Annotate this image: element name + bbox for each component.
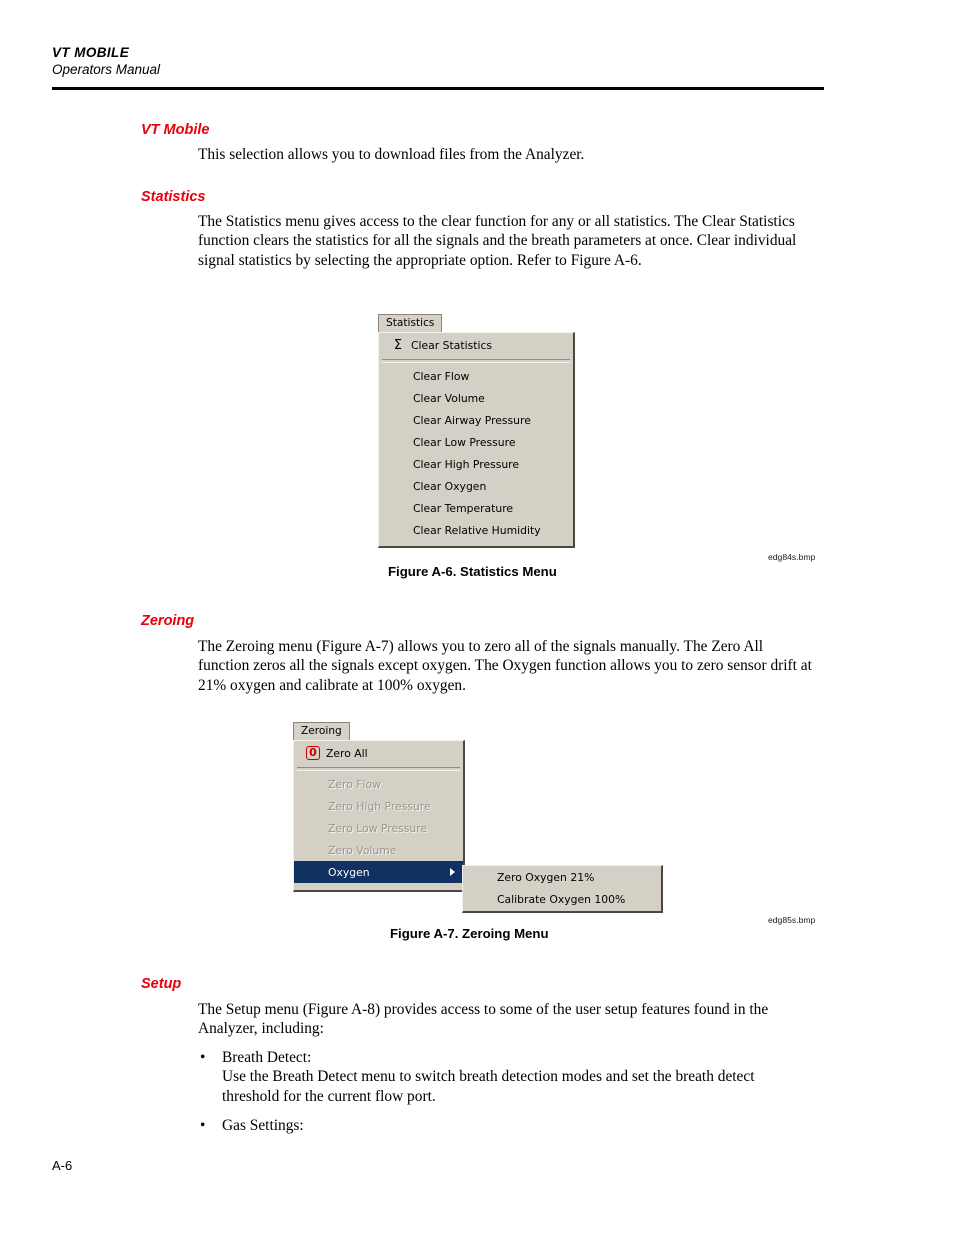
bullet-marker: • [200, 1117, 206, 1134]
menu-item-label: Clear Airway Pressure [413, 413, 531, 427]
menu-item-label: Clear Flow [413, 369, 470, 383]
bullet-text: Gas Settings: [222, 1117, 304, 1134]
menu-item-label: Clear Oxygen [413, 479, 487, 493]
menu-item-clear-flow[interactable]: Clear Flow [379, 365, 573, 387]
menu-item-clear-high-pressure[interactable]: Clear High Pressure [379, 453, 573, 475]
bullet-marker: • [200, 1049, 206, 1066]
paragraph-zeroing: The Zeroing menu (Figure A-7) allows you… [198, 638, 812, 694]
section-heading-setup: Setup [141, 976, 182, 992]
section-heading-vt-mobile: VT Mobile [141, 122, 210, 138]
menu-item-label: Clear Temperature [413, 501, 514, 515]
menu-separator [297, 767, 460, 771]
menu-item-clear-airway-pressure[interactable]: Clear Airway Pressure [379, 409, 573, 431]
menu-tab-zeroing[interactable]: Zeroing [293, 722, 350, 740]
menu-item-label: Zero Low Pressure [328, 821, 428, 835]
paragraph-vt-mobile: This selection allows you to download fi… [198, 146, 585, 163]
menu-item-label: Clear Statistics [411, 338, 493, 352]
menu-item-label: Oxygen [328, 865, 370, 879]
manual-subtitle: Operators Manual [52, 62, 161, 77]
menu-item-clear-oxygen[interactable]: Clear Oxygen [379, 475, 573, 497]
menu-item-oxygen[interactable]: Oxygen [294, 861, 463, 883]
menu-tab-statistics[interactable]: Statistics [378, 314, 443, 332]
menu-item-label: Zero High Pressure [328, 799, 431, 813]
chevron-right-icon [450, 868, 455, 876]
paragraph-setup: The Setup menu (Figure A-8) provides acc… [198, 1001, 769, 1038]
menu-item-clear-statistics[interactable]: Σ Clear Statistics [379, 333, 573, 357]
menu-item-zero-oxygen-21[interactable]: Zero Oxygen 21% [463, 866, 661, 888]
figure-caption-a7: Figure A-7. Zeroing Menu [390, 926, 549, 941]
figure-caption-a6: Figure A-6. Statistics Menu [388, 564, 557, 579]
manual-page: VT MOBILE Operators Manual VT Mobile Thi… [0, 0, 954, 1235]
section-heading-zeroing: Zeroing [141, 613, 195, 629]
oxygen-submenu-panel: Zero Oxygen 21% Calibrate Oxygen 100% [462, 865, 663, 913]
menu-item-label: Clear Relative Humidity [413, 523, 541, 537]
menu-item-zero-volume: Zero Volume [294, 839, 463, 861]
zero-all-icon: 0 [302, 746, 324, 760]
header-rule [52, 87, 824, 90]
menu-item-label: Clear Low Pressure [413, 435, 516, 449]
menu-item-zero-high-pressure: Zero High Pressure [294, 795, 463, 817]
page-number: A-6 [52, 1158, 73, 1173]
figure-zeroing-menu: Zeroing 0 Zero All Zero Flow Zero High P… [293, 722, 673, 917]
menu-item-calibrate-oxygen-100[interactable]: Calibrate Oxygen 100% [463, 888, 661, 910]
list-item: • Gas Settings: [200, 1116, 800, 1135]
menu-item-clear-temperature[interactable]: Clear Temperature [379, 497, 573, 519]
list-item: • Breath Detect: Use the Breath Detect m… [200, 1048, 800, 1106]
menu-item-zero-flow: Zero Flow [294, 773, 463, 795]
menu-panel-filler [294, 883, 463, 901]
manual-title: VT MOBILE [52, 45, 130, 60]
figure-statistics-menu: Statistics Σ Clear Statistics Clear Flow… [378, 314, 578, 554]
menu-item-label: Zero Volume [328, 843, 397, 857]
figure-source-ref-a6: edg84s.bmp [768, 552, 816, 562]
menu-item-label: Clear High Pressure [413, 457, 520, 471]
statistics-menu-panel: Σ Clear Statistics Clear Flow Clear Volu… [378, 332, 575, 548]
bullet-text: Breath Detect: Use the Breath Detect men… [222, 1049, 755, 1105]
section-heading-statistics: Statistics [141, 189, 206, 205]
menu-item-label: Clear Volume [413, 391, 485, 405]
document-header: VT MOBILE Operators Manual [52, 44, 824, 79]
zeroing-menu-panel: 0 Zero All Zero Flow Zero High Pressure … [293, 740, 465, 892]
menu-item-label: Zero Flow [328, 777, 381, 791]
menu-item-zero-all[interactable]: 0 Zero All [294, 741, 463, 765]
menu-separator [382, 359, 570, 363]
figure-source-ref-a7: edg85s.bmp [768, 915, 816, 925]
menu-item-zero-low-pressure: Zero Low Pressure [294, 817, 463, 839]
menu-item-clear-low-pressure[interactable]: Clear Low Pressure [379, 431, 573, 453]
menu-item-label: Calibrate Oxygen 100% [497, 892, 626, 906]
menu-item-clear-volume[interactable]: Clear Volume [379, 387, 573, 409]
menu-item-label: Zero Oxygen 21% [497, 870, 595, 884]
menu-item-label: Zero All [326, 746, 368, 760]
menu-item-clear-relative-humidity[interactable]: Clear Relative Humidity [379, 519, 573, 541]
sigma-icon: Σ [393, 337, 403, 353]
paragraph-statistics: The Statistics menu gives access to the … [198, 213, 797, 269]
